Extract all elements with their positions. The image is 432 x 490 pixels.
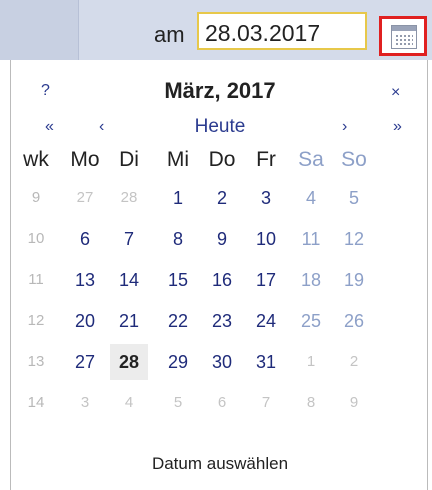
day-cell[interactable]: 25	[292, 303, 330, 339]
day-cell-other-month[interactable]: 2	[335, 344, 373, 380]
datepicker-popup: ? März, 2017 × « ‹ Heute › » wk Mo Di Mi Do F…	[10, 60, 428, 490]
day-cell[interactable]: 21	[110, 303, 148, 339]
day-cell[interactable]: 11	[292, 221, 330, 257]
day-cell[interactable]: 5	[335, 180, 373, 216]
day-cell-other-month[interactable]: 5	[159, 385, 197, 421]
day-cell[interactable]: 27	[66, 344, 104, 380]
day-cell[interactable]: 2	[203, 180, 241, 216]
day-cell-other-month[interactable]: 9	[335, 385, 373, 421]
day-cell-other-month[interactable]: 8	[292, 385, 330, 421]
day-cell-other-month[interactable]: 3	[66, 385, 104, 421]
weekday-header: Do	[208, 148, 236, 171]
day-cell[interactable]: 7	[110, 221, 148, 257]
form-row-cell	[0, 0, 79, 60]
week-number: 14	[27, 394, 45, 411]
day-cell[interactable]: 10	[247, 221, 285, 257]
day-cell[interactable]: 30	[203, 344, 241, 380]
week-number: 13	[27, 353, 45, 370]
week-number: 9	[31, 189, 41, 206]
week-number-header: wk	[23, 148, 49, 171]
weekday-header: So	[341, 148, 367, 171]
day-cell[interactable]: 16	[203, 262, 241, 298]
calendar-button[interactable]	[379, 16, 427, 56]
day-cell[interactable]: 20	[66, 303, 104, 339]
day-cell[interactable]: 1	[159, 180, 197, 216]
day-cell[interactable]: 13	[66, 262, 104, 298]
weekday-header: Di	[119, 148, 139, 171]
select-date-button[interactable]: Datum auswählen	[11, 454, 429, 474]
weekday-header: Mi	[166, 148, 190, 171]
day-cell[interactable]: 22	[159, 303, 197, 339]
today-button[interactable]: Heute	[11, 116, 429, 138]
day-cell[interactable]: 18	[292, 262, 330, 298]
weekday-header: Mo	[70, 148, 100, 171]
next-month-button[interactable]: ›	[342, 118, 347, 136]
month-title: März, 2017	[164, 78, 276, 103]
week-number: 11	[28, 271, 44, 288]
day-cell[interactable]: 24	[247, 303, 285, 339]
day-cell[interactable]: 23	[203, 303, 241, 339]
next-year-button[interactable]: »	[393, 118, 402, 136]
day-cell[interactable]: 8	[159, 221, 197, 257]
form-row: am 28.03.2017	[0, 0, 432, 60]
weekday-header: Sa	[298, 148, 324, 171]
day-cell-other-month[interactable]: 28	[110, 180, 148, 216]
day-cell[interactable]: 12	[335, 221, 373, 257]
day-cell-other-month[interactable]: 7	[247, 385, 285, 421]
calendar-icon	[391, 25, 417, 49]
day-cell[interactable]: 31	[247, 344, 285, 380]
date-input[interactable]: 28.03.2017	[197, 12, 367, 50]
day-cell[interactable]: 15	[159, 262, 197, 298]
close-button[interactable]: ×	[391, 84, 400, 102]
weekday-header: Fr	[256, 148, 276, 171]
day-cell[interactable]: 14	[110, 262, 148, 298]
day-cell[interactable]: 9	[203, 221, 241, 257]
day-cell[interactable]: 3	[247, 180, 285, 216]
day-cell[interactable]: 26	[335, 303, 373, 339]
day-cell[interactable]: 17	[247, 262, 285, 298]
day-cell[interactable]: 19	[335, 262, 373, 298]
date-prefix-label: am	[154, 22, 185, 47]
week-number: 12	[27, 312, 45, 329]
day-cell[interactable]: 4	[292, 180, 330, 216]
day-cell-other-month[interactable]: 1	[292, 344, 330, 380]
day-cell[interactable]: 29	[159, 344, 197, 380]
week-number: 10	[27, 230, 45, 247]
day-cell[interactable]: 28	[110, 344, 148, 380]
day-cell-other-month[interactable]: 4	[110, 385, 148, 421]
day-cell-other-month[interactable]: 27	[66, 180, 104, 216]
day-cell-other-month[interactable]: 6	[203, 385, 241, 421]
day-cell[interactable]: 6	[66, 221, 104, 257]
